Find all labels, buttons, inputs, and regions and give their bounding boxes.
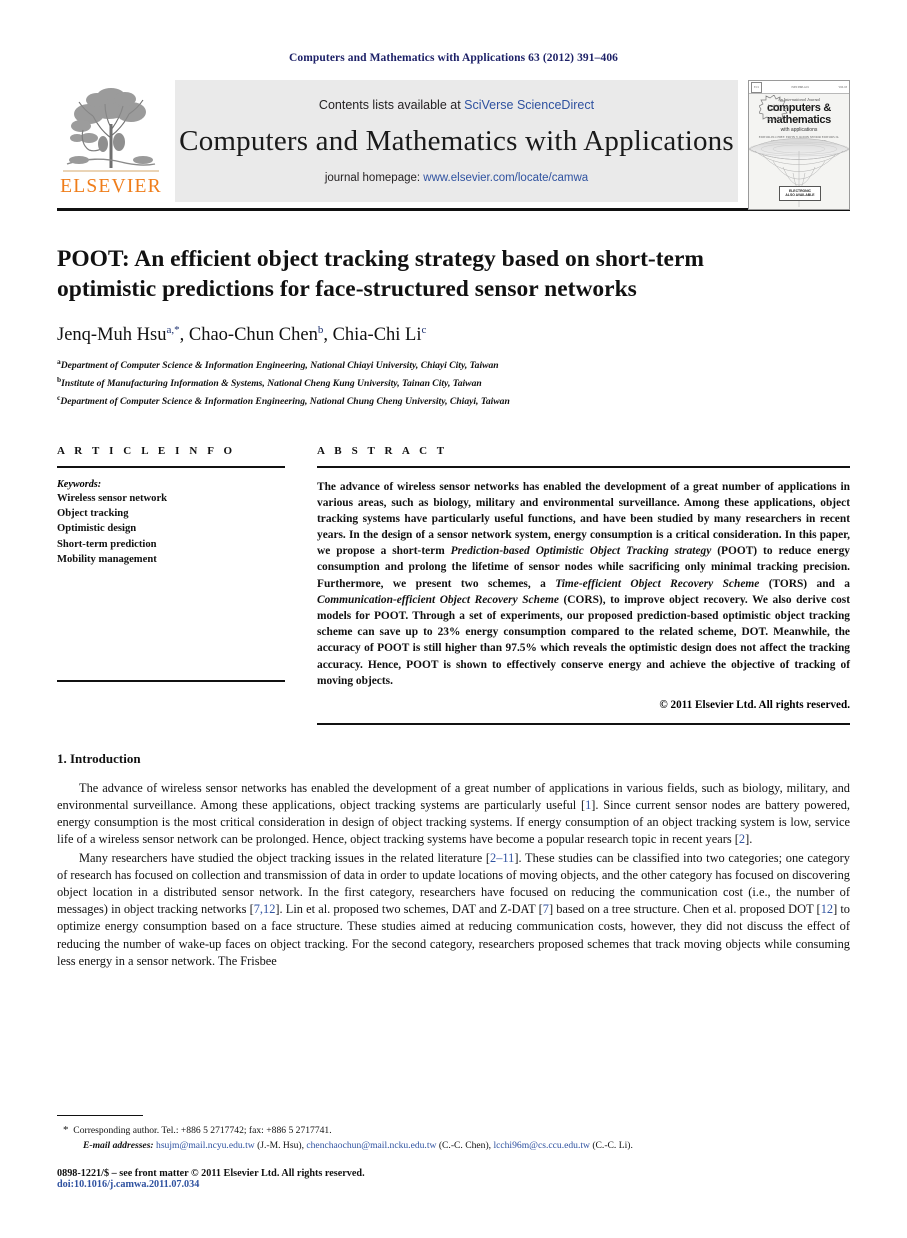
divider	[57, 679, 285, 682]
author-marks: a,*	[166, 324, 180, 337]
article-title-block: POOT: An efficient object tracking strat…	[57, 245, 850, 411]
affiliation-text: Institute of Manufacturing Information &…	[61, 378, 482, 390]
info-abstract-row: A R T I C L E I N F O Keywords: Wireless…	[57, 445, 850, 725]
abstract-part: (CORS), to improve object recovery. We a…	[317, 593, 850, 687]
author-name: Jenq-Muh Hsu	[57, 325, 167, 346]
keyword-item: Optimistic design	[57, 523, 137, 535]
journal-masthead: ELSEVIER Contents lists available at Sci…	[57, 80, 850, 211]
paragraph-text: ] based on a tree structure. Chen et al.…	[548, 902, 821, 917]
keyword-item: Short-term prediction	[57, 538, 157, 550]
email-link[interactable]: hsujm@mail.ncyu.edu.tw	[156, 1140, 255, 1151]
issn-line: 0898-1221/$ – see front matter © 2011 El…	[57, 1168, 365, 1179]
abstract-text: The advance of wireless sensor networks …	[317, 479, 850, 689]
email-link[interactable]: lcchi96m@cs.ccu.edu.tw	[493, 1140, 589, 1151]
corresponding-author-note: * Corresponding author. Tel.: +886 5 271…	[57, 1122, 850, 1139]
author-list: Jenq-Muh Hsua,*, Chao-Chun Chenb, Chia-C…	[57, 324, 427, 346]
asterisk-icon: *	[63, 1124, 69, 1137]
affiliation-text: Department of Computer Science & Informa…	[60, 360, 499, 372]
section-heading-introduction: 1. Introduction	[57, 750, 141, 766]
author-marks: b	[317, 324, 324, 337]
email-label: E-mail addresses:	[83, 1139, 154, 1151]
body-paragraph: Many researchers have studied the object…	[57, 850, 850, 970]
affiliation-text: Department of Computer Science & Informa…	[60, 396, 510, 408]
journal-homepage-line: journal homepage: www.elsevier.com/locat…	[325, 172, 588, 184]
running-head: Computers and Mathematics with Applicati…	[288, 52, 619, 64]
paragraph-text: Many researchers have studied the object…	[79, 850, 491, 865]
divider	[57, 465, 285, 468]
body-paragraph: The advance of wireless sensor networks …	[57, 780, 850, 849]
contents-prefix: Contents lists available at	[318, 98, 465, 113]
keyword-item: Object tracking	[57, 507, 129, 519]
journal-title: Computers and Mathematics with Applicati…	[179, 125, 734, 158]
journal-band: Contents lists available at SciVerse Sci…	[175, 80, 738, 202]
cover-starburst-badge: Available online at	[758, 94, 789, 122]
footnote-block: * Corresponding author. Tel.: +886 5 271…	[57, 1115, 850, 1190]
issn-doi-block: 0898-1221/$ – see front matter © 2011 El…	[57, 1168, 850, 1190]
abstract-column: A B S T R A C T The advance of wireless …	[317, 445, 850, 725]
elsevier-tree-icon	[59, 80, 163, 176]
citation-ref[interactable]: 7,12	[254, 902, 276, 916]
keyword-item: Wireless sensor network	[57, 492, 168, 504]
article-info-column: A R T I C L E I N F O Keywords: Wireless…	[57, 445, 285, 725]
paragraph-text: ].	[745, 832, 753, 847]
elsevier-logo: ELSEVIER	[57, 80, 165, 208]
email-link[interactable]: chenchaochun@mail.ncku.edu.tw	[306, 1140, 436, 1151]
journal-cover-thumbnail: ELS ISSN 0898-1221 VOL 63 An Internation…	[748, 80, 850, 210]
paragraph-text: ]. Lin et al. proposed two schemes, DAT …	[275, 902, 543, 917]
email-attrib: (C.-C. Li).	[589, 1139, 633, 1151]
abstract-italic: Prediction-based Optimistic Object Track…	[450, 545, 712, 558]
email-attrib: (C.-C. Chen),	[436, 1139, 494, 1151]
affiliation-item: bInstitute of Manufacturing Information …	[57, 374, 850, 392]
citation-ref[interactable]: 12	[821, 902, 833, 916]
keyword-item: Mobility management	[57, 554, 157, 566]
abstract-italic: Time-efficient Object Recovery Scheme	[555, 577, 760, 590]
cover-electronic-label: ELECTRONIC ALSO AVAILABLE	[779, 186, 821, 201]
journal-homepage-link[interactable]: www.elsevier.com/locate/camwa	[423, 172, 588, 184]
svg-text:online at: online at	[768, 108, 780, 112]
cover-topbar: ELS ISSN 0898-1221 VOL 63	[749, 81, 849, 94]
email-attrib: (J.-M. Hsu),	[254, 1139, 307, 1151]
corresponding-author-text: Corresponding author. Tel.: +886 5 27177…	[73, 1125, 332, 1137]
cover-elsevier-mark: ELS	[751, 81, 762, 93]
sciencedirect-link[interactable]: SciVerse ScienceDirect	[464, 98, 594, 112]
page-title: POOT: An efficient object tracking strat…	[57, 246, 704, 302]
article-info-heading: A R T I C L E I N F O	[57, 444, 236, 457]
divider	[317, 465, 850, 468]
email-addresses-note: E-mail addresses: hsujm@mail.ncyu.edu.tw…	[57, 1139, 850, 1153]
homepage-prefix: journal homepage:	[324, 171, 424, 184]
author-marks: c	[421, 324, 427, 337]
cover-issn-text: ISSN 0898-1221	[791, 85, 810, 89]
abstract-heading: A B S T R A C T	[317, 444, 448, 457]
affiliation-item: aDepartment of Computer Science & Inform…	[57, 356, 850, 374]
abstract-copyright: © 2011 Elsevier Ltd. All rights reserved…	[659, 698, 850, 711]
affiliation-item: cDepartment of Computer Science & Inform…	[57, 392, 850, 410]
contents-available-line: Contents lists available at SciVerse Sci…	[319, 98, 594, 112]
author-name: Chao-Chun Chen	[188, 325, 318, 346]
paper-page: Computers and Mathematics with Applicati…	[0, 0, 907, 1238]
abstract-part: (TORS) and a	[759, 577, 850, 590]
elsevier-wordmark: ELSEVIER	[60, 176, 162, 197]
doi-line[interactable]: doi:10.1016/j.camwa.2011.07.034	[57, 1179, 850, 1190]
keywords-label: Keywords:	[57, 478, 102, 490]
abstract-italic: Communication-efficient Object Recovery …	[317, 593, 559, 606]
cover-volume-text: VOL 63	[838, 85, 847, 89]
author-name: Chia-Chi Li	[332, 325, 422, 346]
citation-ref[interactable]: 2–11	[490, 851, 514, 865]
divider	[317, 722, 850, 725]
footnote-divider	[57, 1115, 143, 1117]
